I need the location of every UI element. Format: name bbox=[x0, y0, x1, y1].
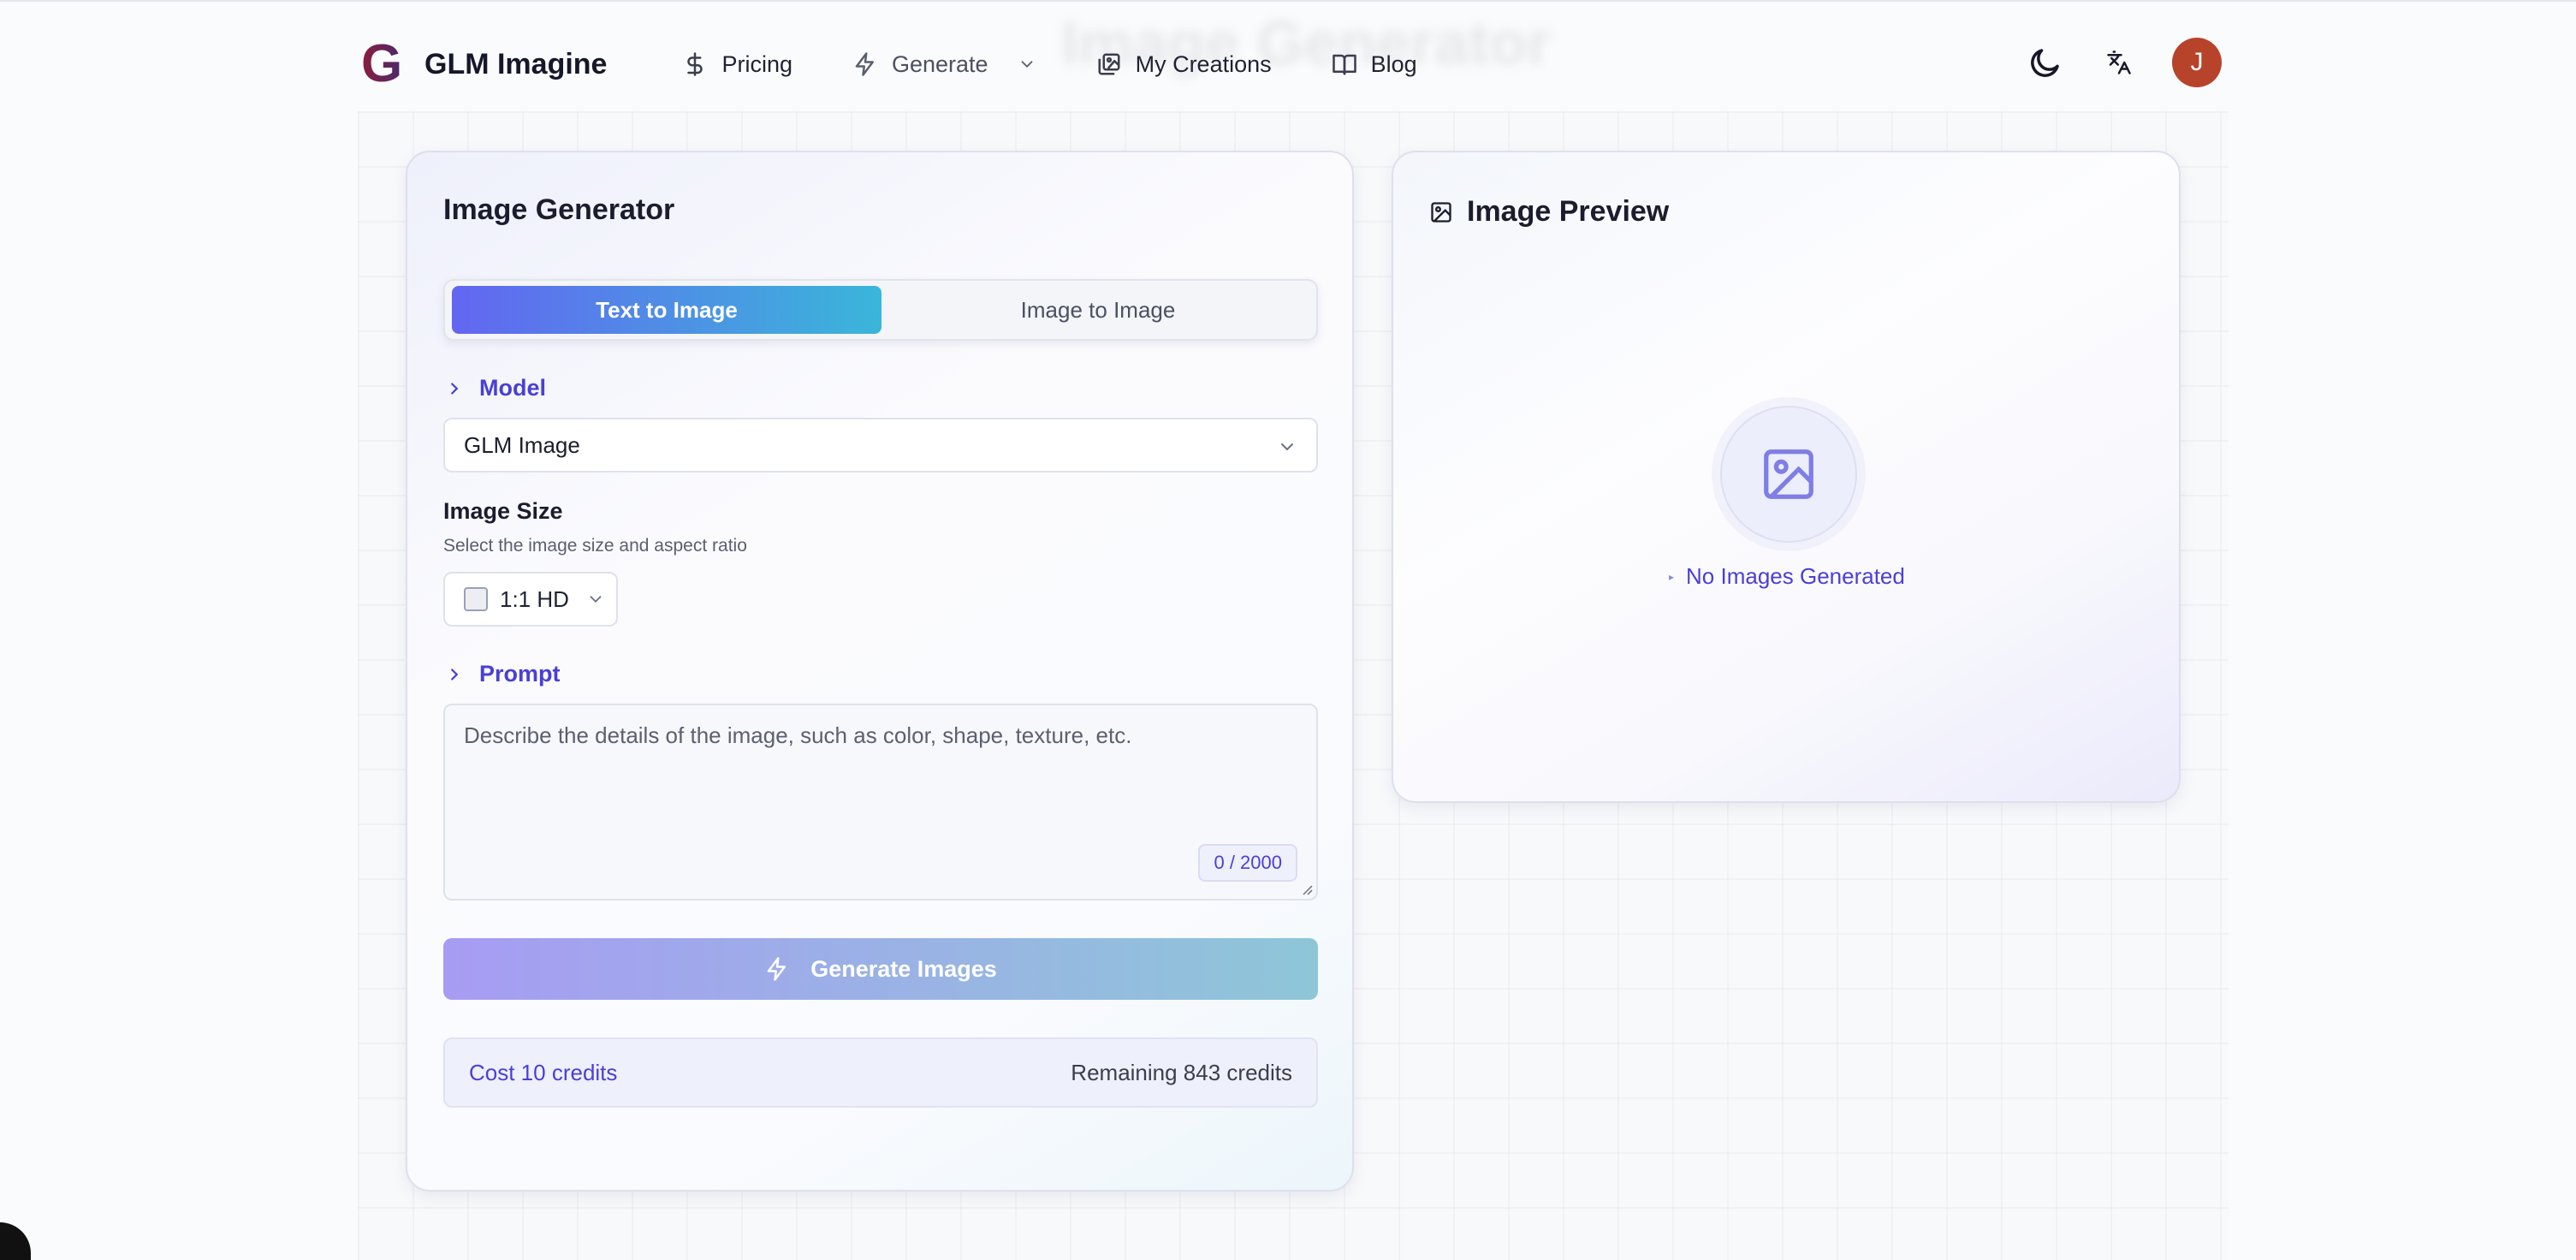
user-avatar[interactable]: J bbox=[2172, 38, 2222, 87]
header: G GLM Imagine Pricing Generate My Creati… bbox=[358, 0, 2229, 128]
logo-icon: G bbox=[361, 34, 403, 93]
nav-pricing[interactable]: Pricing bbox=[682, 51, 792, 78]
mode-tabs: Text to Image Image to Image bbox=[443, 279, 1318, 341]
image-generator-card: Image Generator Text to Image Image to I… bbox=[406, 151, 1354, 1192]
lightning-icon bbox=[855, 52, 874, 76]
prompt-textarea[interactable]: Describe the details of the image, such … bbox=[443, 704, 1318, 900]
preview-title: Image Preview bbox=[1467, 195, 1670, 228]
image-size-select[interactable]: 1:1 HD bbox=[443, 572, 618, 627]
image-preview-card: Image Preview ▸ No Images Generated bbox=[1392, 151, 2181, 803]
model-selected-value: GLM Image bbox=[464, 431, 580, 458]
image-icon bbox=[1431, 201, 1451, 223]
chevron-right-icon bbox=[451, 668, 459, 681]
nav-my-creations[interactable]: My Creations bbox=[1096, 51, 1272, 78]
book-icon bbox=[1332, 54, 1356, 75]
moon-icon bbox=[2031, 49, 2059, 77]
nav-generate-label: Generate bbox=[892, 51, 988, 77]
chevron-down-icon bbox=[1281, 443, 1293, 451]
chevron-right-icon bbox=[451, 382, 459, 395]
dollar-icon bbox=[687, 52, 703, 76]
generate-images-button[interactable]: Generate Images bbox=[443, 938, 1318, 1000]
model-section-label: Model bbox=[479, 375, 546, 401]
credits-bar: Cost 10 credits Remaining 843 credits bbox=[443, 1037, 1318, 1108]
nav-blog-label: Blog bbox=[1370, 51, 1417, 77]
image-placeholder-icon bbox=[1764, 449, 1813, 499]
bullet-icon: ▸ bbox=[1669, 570, 1675, 583]
header-actions: J bbox=[2025, 38, 2222, 87]
translate-icon bbox=[2107, 51, 2131, 74]
image-size-help: Select the image size and aspect ratio bbox=[443, 536, 747, 556]
generator-title: Image Generator bbox=[443, 193, 675, 226]
main-nav: Pricing Generate My Creations Blog bbox=[682, 51, 1417, 78]
image-size-value: 1:1 HD bbox=[500, 585, 569, 612]
lightning-icon bbox=[767, 957, 786, 981]
empty-preview-placeholder bbox=[1720, 406, 1857, 543]
language-button[interactable] bbox=[2098, 42, 2140, 83]
nav-pricing-label: Pricing bbox=[721, 51, 792, 77]
chevron-down-icon bbox=[590, 596, 602, 603]
nav-generate[interactable]: Generate bbox=[852, 51, 1036, 78]
generate-images-label: Generate Images bbox=[810, 955, 997, 982]
aspect-square-icon bbox=[464, 587, 488, 611]
chevron-down-icon bbox=[1021, 61, 1032, 68]
model-select[interactable]: GLM Image bbox=[443, 418, 1318, 472]
tab-image-to-image[interactable]: Image to Image bbox=[883, 286, 1313, 334]
remaining-credits: Remaining 843 credits bbox=[1071, 1059, 1292, 1085]
nav-blog[interactable]: Blog bbox=[1332, 51, 1417, 78]
cost-credits: Cost 10 credits bbox=[469, 1059, 618, 1085]
preview-header: Image Preview bbox=[1429, 195, 1669, 229]
nav-my-creations-label: My Creations bbox=[1135, 51, 1272, 77]
prompt-char-counter: 0 / 2000 bbox=[1198, 844, 1297, 882]
app-name: GLM Imagine bbox=[424, 47, 608, 80]
prompt-section-toggle[interactable]: Prompt bbox=[445, 661, 561, 687]
resize-handle-icon[interactable] bbox=[1299, 882, 1313, 895]
logo[interactable]: G GLM Imagine bbox=[361, 34, 608, 93]
empty-state-message: ▸ No Images Generated bbox=[1669, 563, 1926, 590]
theme-toggle-button[interactable] bbox=[2025, 42, 2066, 83]
image-size-label: Image Size bbox=[443, 498, 563, 524]
tab-text-to-image[interactable]: Text to Image bbox=[452, 286, 881, 334]
empty-state-label: No Images Generated bbox=[1686, 563, 1905, 589]
gallery-icon bbox=[1098, 53, 1120, 75]
prompt-placeholder: Describe the details of the image, such … bbox=[464, 722, 1132, 748]
model-section-toggle[interactable]: Model bbox=[445, 375, 546, 401]
prompt-section-label: Prompt bbox=[479, 661, 561, 686]
